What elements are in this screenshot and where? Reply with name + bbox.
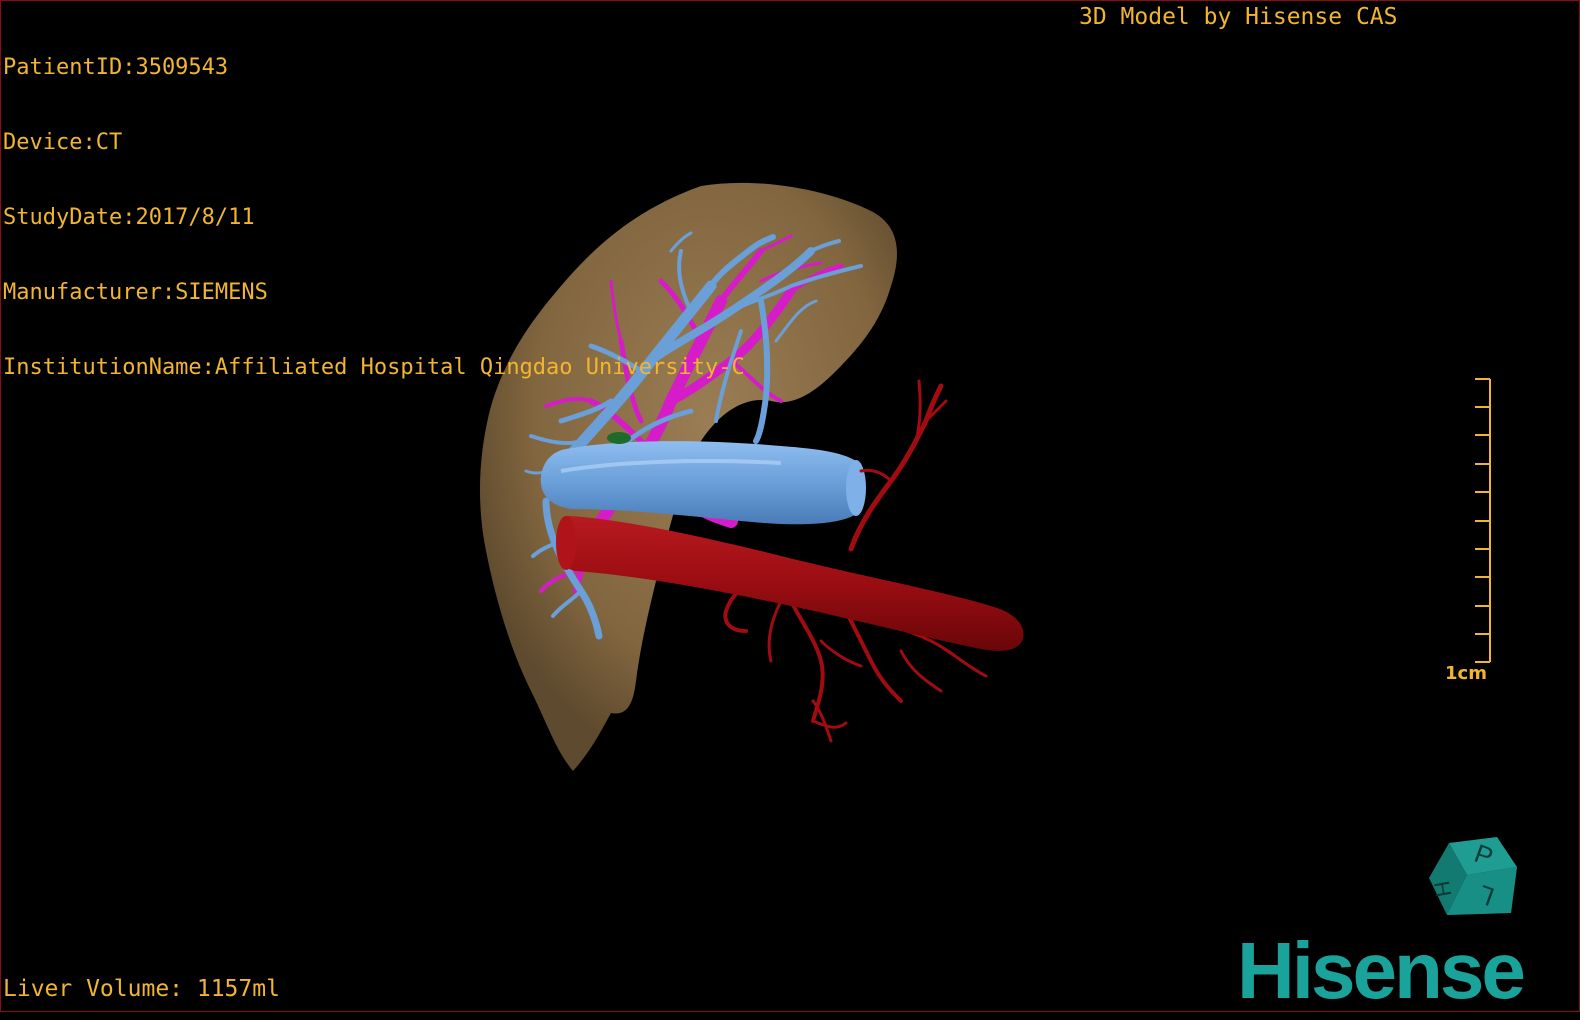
scale-bar — [1475, 378, 1491, 663]
hisense-logo: Hisense — [1237, 926, 1526, 1012]
manufacturer-text: Manufacturer:SIEMENS — [3, 280, 268, 305]
device-text: Device:CT — [3, 130, 123, 155]
scale-label: 1cm — [1445, 663, 1487, 684]
patient-id-text: PatientID:3509543 — [3, 55, 229, 80]
gallbladder[interactable] — [607, 432, 631, 444]
model-credit-text: 3D Model by Hisense CAS — [1079, 4, 1398, 30]
institution-text: InstitutionName:Affiliated Hospital Qing… — [3, 355, 745, 380]
study-info-panel: PatientID:3509543 Device:CT StudyDate:20… — [3, 5, 745, 430]
study-date-text: StudyDate:2017/8/11 — [3, 205, 255, 230]
liver-volume-text: Liver Volume: 1157ml — [3, 976, 280, 1002]
3d-render-viewport[interactable]: PatientID:3509543 Device:CT StudyDate:20… — [0, 0, 1580, 1012]
